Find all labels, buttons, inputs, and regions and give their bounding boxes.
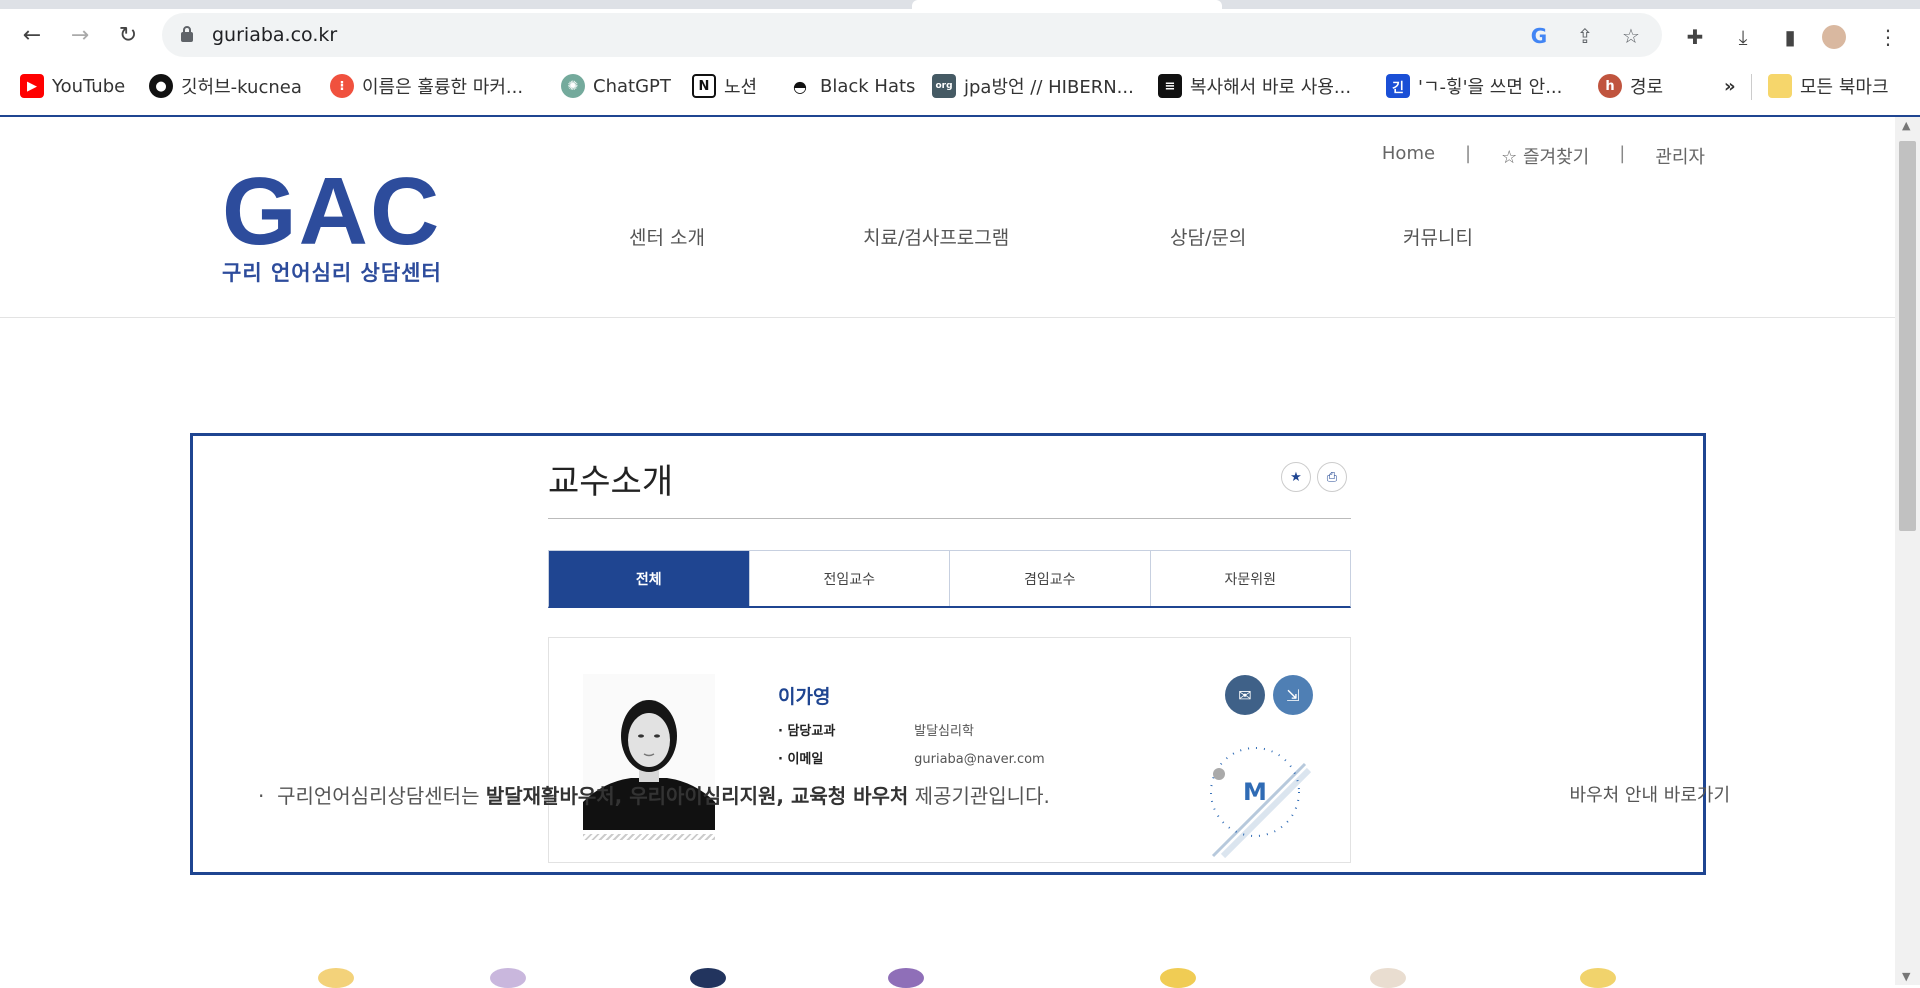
util-home-link[interactable]: Home	[1382, 143, 1435, 169]
reload-icon[interactable]: ↻	[112, 19, 144, 51]
voucher-notice: · 구리언어심리상담센터는 발달재활바우처, 우리아이심리지원, 교육청 바우처…	[258, 780, 1050, 809]
browser-chrome: ← → ↻ guriaba.co.kr G ⇪ ☆ ✚ ⤓ ▮ ⋮ ▶ YouTu…	[0, 0, 1920, 117]
bookmarks-overflow-button[interactable]: »	[1724, 72, 1736, 100]
back-icon[interactable]: ←	[16, 19, 48, 51]
tab-advisors[interactable]: 자문위원	[1150, 551, 1350, 606]
download-icon[interactable]: ⤓	[1729, 23, 1757, 51]
profile-avatar[interactable]	[1822, 25, 1846, 49]
bookmark-copy[interactable]: ≡ 복사해서 바로 사용...	[1158, 72, 1351, 100]
h-icon: h	[1598, 74, 1622, 98]
professor-tabs: 전체 전임교수 겸임교수 자문위원	[548, 550, 1351, 608]
notice-prefix: 구리언어심리상담센터는	[277, 784, 486, 808]
jboss-icon: org	[932, 74, 956, 98]
bookmark-marker[interactable]: ⁝ 이름은 훌륭한 마커...	[330, 72, 523, 100]
notice-bullet: ·	[258, 784, 278, 808]
folder-icon	[1768, 74, 1792, 98]
scroll-down-icon[interactable]: ▼	[1902, 970, 1910, 983]
print-icon[interactable]: ⎙	[1317, 462, 1347, 492]
voucher-info-link[interactable]: 바우처 안내 바로가기	[1570, 781, 1730, 807]
page-title: 교수소개	[548, 462, 674, 502]
util-admin-link[interactable]: 관리자	[1655, 143, 1705, 169]
active-tab[interactable]	[912, 0, 1222, 9]
scroll-thumb[interactable]	[1899, 141, 1916, 531]
professor-card: 이가영 · 담당교과 발달심리학 · 이메일 guriaba@naver.com…	[548, 637, 1351, 863]
notice-suffix: 제공기관입니다.	[908, 784, 1050, 808]
logo-mark: GAC	[222, 158, 442, 265]
url-text: guriaba.co.kr	[212, 24, 338, 46]
partner-logo	[490, 968, 526, 988]
hangul-icon: 긴	[1386, 74, 1410, 98]
title-actions: ★ ⎙	[1281, 462, 1347, 492]
utility-nav: Home | ☆ 즐겨찾기 | 관리자	[1382, 143, 1705, 169]
bookmark-github[interactable]: ● 깃허브-kucnea	[149, 72, 302, 100]
link-out-icon[interactable]: ⇲	[1273, 675, 1313, 715]
address-bar[interactable]: guriaba.co.kr G ⇪ ☆	[162, 13, 1662, 57]
util-separator: |	[1465, 143, 1472, 164]
extensions-icon[interactable]: ✚	[1681, 23, 1709, 51]
subject-label: · 담당교과	[778, 724, 836, 739]
svg-text:M: M	[1243, 778, 1267, 806]
bookmark-youtube[interactable]: ▶ YouTube	[20, 72, 125, 100]
nav-consult[interactable]: 상담/문의	[1170, 223, 1246, 250]
partner-logo	[690, 968, 726, 988]
nav-community[interactable]: 커뮤니티	[1403, 223, 1473, 250]
email-row: · 이메일 guriaba@naver.com	[778, 748, 1045, 767]
star-icon[interactable]: ☆	[1618, 23, 1644, 49]
email-value: guriaba@naver.com	[914, 752, 1045, 767]
partner-logo	[318, 968, 354, 988]
bookmarks-divider	[1751, 74, 1752, 100]
hat-icon: ◓	[788, 74, 812, 98]
tab-all[interactable]: 전체	[549, 551, 750, 606]
title-divider	[548, 518, 1351, 519]
bookmark-notion[interactable]: N 노션	[692, 72, 757, 100]
notice-emphasis: 발달재활바우처, 우리아이심리지원, 교육청 바우처	[485, 784, 909, 808]
email-label: · 이메일	[778, 752, 824, 767]
tab-adjunct[interactable]: 겸임교수	[950, 551, 1151, 606]
logo-subtitle: 구리 언어심리 상담센터	[222, 261, 442, 285]
tab-fulltime[interactable]: 전임교수	[749, 551, 950, 606]
site-logo[interactable]: GAC 구리 언어심리 상담센터	[222, 158, 442, 287]
partner-logo	[1580, 968, 1616, 988]
bookmark-jpa[interactable]: org jpa방언 // HIBERN...	[932, 72, 1134, 100]
marker-icon: ⁝	[330, 74, 354, 98]
menu-icon[interactable]: ⋮	[1874, 23, 1902, 51]
tab-strip	[0, 0, 1920, 9]
partner-logo	[888, 968, 924, 988]
subject-value: 발달심리학	[914, 724, 974, 739]
header-divider	[0, 317, 1895, 318]
partner-logo	[1160, 968, 1196, 988]
youtube-icon: ▶	[20, 74, 44, 98]
share-icon[interactable]: ⇪	[1572, 23, 1598, 49]
page-scrollbar[interactable]: ▲ ▼	[1895, 117, 1920, 985]
note-icon: ≡	[1158, 74, 1182, 98]
photo-stripe	[583, 834, 715, 840]
lock-icon	[181, 26, 193, 42]
bookmark-black-hats[interactable]: ◓ Black Hats	[788, 72, 915, 100]
util-separator: |	[1619, 143, 1626, 164]
notion-icon: N	[692, 74, 716, 98]
scroll-up-icon[interactable]: ▲	[1902, 119, 1910, 132]
github-icon: ●	[149, 74, 173, 98]
chatgpt-icon: ✺	[561, 74, 585, 98]
nav-programs[interactable]: 치료/검사프로그램	[863, 223, 1009, 250]
bookmark-hangul[interactable]: 긴 'ㄱ-힣'을 쓰면 안...	[1386, 72, 1562, 100]
nav-center-intro[interactable]: 센터 소개	[629, 223, 705, 250]
bookmark-chatgpt[interactable]: ✺ ChatGPT	[561, 72, 671, 100]
bookmark-path[interactable]: h 경로	[1598, 72, 1663, 100]
bookmark-star-icon[interactable]: ★	[1281, 462, 1311, 492]
browser-toolbar: ← → ↻ guriaba.co.kr G ⇪ ☆ ✚ ⤓ ▮ ⋮	[0, 9, 1920, 61]
side-panel-icon[interactable]: ▮	[1776, 23, 1804, 51]
all-bookmarks-folder[interactable]: 모든 북마크	[1768, 72, 1889, 100]
util-favorites-link[interactable]: ☆ 즐겨찾기	[1501, 143, 1589, 169]
google-icon[interactable]: G	[1526, 23, 1552, 49]
subject-row: · 담당교과 발달심리학	[778, 720, 974, 739]
mail-icon[interactable]: ✉	[1225, 675, 1265, 715]
partner-logo	[1370, 968, 1406, 988]
professor-name: 이가영	[778, 686, 831, 708]
emblem-decoration: M	[1210, 747, 1312, 858]
bookmarks-bar: ▶ YouTube ● 깃허브-kucnea ⁝ 이름은 훌륭한 마커... ✺ Cha…	[0, 68, 1920, 106]
forward-icon[interactable]: →	[64, 19, 96, 51]
